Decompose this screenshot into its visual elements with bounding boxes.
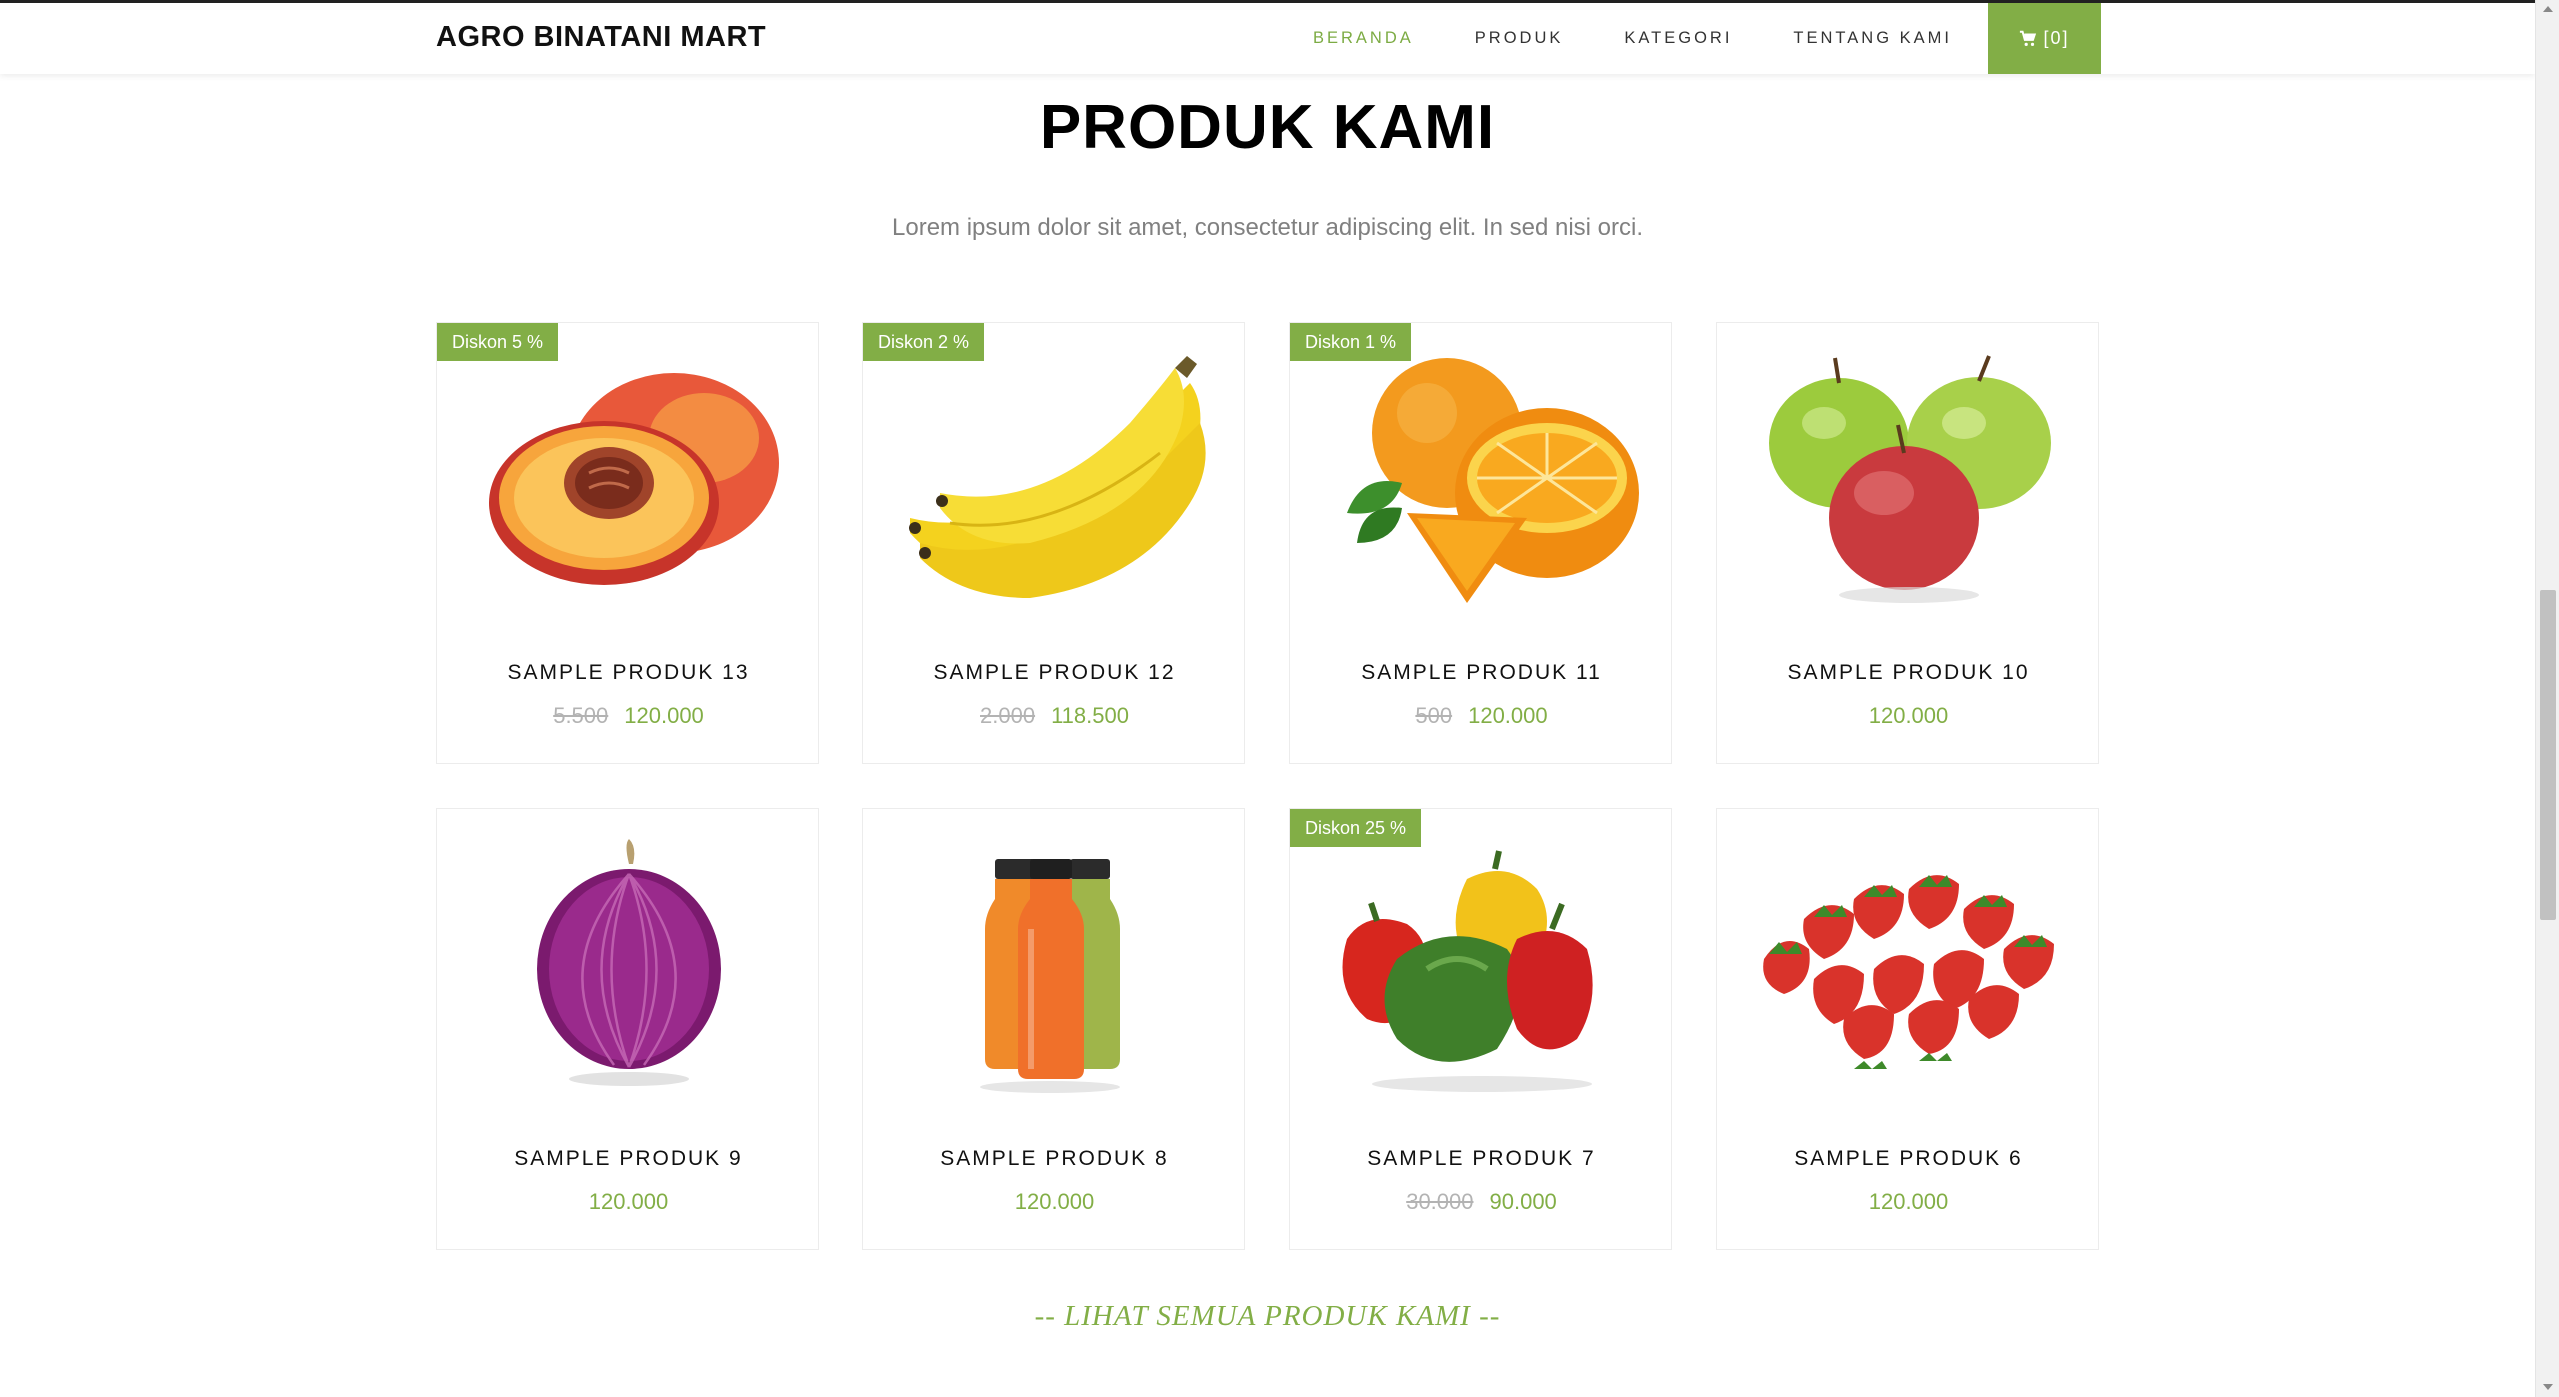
product-image[interactable] bbox=[1717, 819, 2100, 1109]
discount-badge: Diskon 2 % bbox=[863, 323, 985, 361]
product-card[interactable]: Diskon 25 % SAMPLE PRODUK 7 30.000 90.000 bbox=[1289, 808, 1672, 1250]
product-name[interactable]: SAMPLE PRODUK 8 bbox=[863, 1147, 1246, 1171]
sale-price: 120.000 bbox=[624, 703, 704, 728]
nav-kategori[interactable]: KATEGORI bbox=[1624, 29, 1732, 48]
product-card[interactable]: SAMPLE PRODUK 6 120.000 bbox=[1716, 808, 2099, 1250]
price-row: 500 120.000 bbox=[1290, 703, 1673, 729]
product-name[interactable]: SAMPLE PRODUK 6 bbox=[1717, 1147, 2100, 1171]
price-row: 120.000 bbox=[1717, 703, 2100, 729]
navbar: AGRO BINATANI MART BERANDA PRODUK KATEGO… bbox=[0, 3, 2535, 74]
product-name[interactable]: SAMPLE PRODUK 9 bbox=[437, 1147, 820, 1171]
product-name[interactable]: SAMPLE PRODUK 10 bbox=[1717, 661, 2100, 685]
product-image[interactable] bbox=[1290, 333, 1673, 623]
price-row: 120.000 bbox=[863, 1189, 1246, 1215]
discount-badge: Diskon 1 % bbox=[1290, 323, 1412, 361]
scroll-down-icon[interactable] bbox=[2543, 1384, 2553, 1390]
nav-produk[interactable]: PRODUK bbox=[1475, 29, 1564, 48]
price-row: 2.000 118.500 bbox=[863, 703, 1246, 729]
sale-price: 120.000 bbox=[1868, 703, 1949, 728]
brand-logo[interactable]: AGRO BINATANI MART bbox=[436, 21, 766, 54]
main-nav: BERANDA PRODUK KATEGORI TENTANG KAMI bbox=[1313, 3, 2013, 74]
product-image[interactable] bbox=[437, 819, 820, 1109]
product-card[interactable]: Diskon 2 % SAMPLE PRODUK 12 2.000 118.500 bbox=[862, 322, 1245, 764]
sale-price: 118.500 bbox=[1051, 703, 1129, 728]
price-row: 30.000 90.000 bbox=[1290, 1189, 1673, 1215]
product-image[interactable] bbox=[863, 819, 1246, 1109]
product-image[interactable] bbox=[1290, 819, 1673, 1109]
nav-tentang-kami[interactable]: TENTANG KAMI bbox=[1793, 29, 1952, 48]
scrollbar-thumb[interactable] bbox=[2540, 590, 2556, 920]
scrollbar[interactable] bbox=[2535, 0, 2559, 1397]
product-name[interactable]: SAMPLE PRODUK 13 bbox=[437, 661, 820, 685]
scroll-up-icon[interactable] bbox=[2543, 6, 2553, 12]
cart-button[interactable]: [0] bbox=[1988, 3, 2101, 74]
product-image[interactable] bbox=[437, 333, 820, 623]
product-name[interactable]: SAMPLE PRODUK 12 bbox=[863, 661, 1246, 685]
cart-icon bbox=[2020, 30, 2037, 46]
original-price: 5.500 bbox=[553, 703, 609, 728]
price-row: 120.000 bbox=[1717, 1189, 2100, 1215]
sale-price: 120.000 bbox=[588, 1189, 669, 1214]
original-price: 30.000 bbox=[1406, 1189, 1474, 1214]
product-card[interactable]: SAMPLE PRODUK 9 120.000 bbox=[436, 808, 819, 1250]
see-all-products-link[interactable]: -- LIHAT SEMUA PRODUK KAMI -- bbox=[0, 1300, 2535, 1333]
sale-price: 120.000 bbox=[1468, 703, 1548, 728]
product-card[interactable]: SAMPLE PRODUK 10 120.000 bbox=[1716, 322, 2099, 764]
sale-price: 90.000 bbox=[1489, 1189, 1557, 1214]
section-subtitle: Lorem ipsum dolor sit amet, consectetur … bbox=[892, 214, 1643, 241]
original-price: 2.000 bbox=[980, 703, 1036, 728]
original-price: 500 bbox=[1415, 703, 1453, 728]
section-title: PRODUK KAMI bbox=[1039, 93, 1496, 162]
cart-count: [0] bbox=[2043, 28, 2070, 48]
discount-badge: Diskon 5 % bbox=[437, 323, 559, 361]
product-name[interactable]: SAMPLE PRODUK 11 bbox=[1290, 661, 1673, 685]
price-row: 120.000 bbox=[437, 1189, 820, 1215]
product-card[interactable]: Diskon 1 % SAMPLE PRODUK 11 500 120.000 bbox=[1289, 322, 1672, 764]
sale-price: 120.000 bbox=[1868, 1189, 1949, 1214]
price-row: 5.500 120.000 bbox=[437, 703, 820, 729]
product-name[interactable]: SAMPLE PRODUK 7 bbox=[1290, 1147, 1673, 1171]
product-image[interactable] bbox=[1717, 333, 2100, 623]
product-card[interactable]: Diskon 5 % SAMPLE PRODUK 13 5.500 120.000 bbox=[436, 322, 819, 764]
product-card[interactable]: SAMPLE PRODUK 8 120.000 bbox=[862, 808, 1245, 1250]
nav-beranda[interactable]: BERANDA bbox=[1313, 29, 1414, 48]
discount-badge: Diskon 25 % bbox=[1290, 809, 1422, 847]
sale-price: 120.000 bbox=[1014, 1189, 1095, 1214]
product-image[interactable] bbox=[863, 333, 1246, 623]
